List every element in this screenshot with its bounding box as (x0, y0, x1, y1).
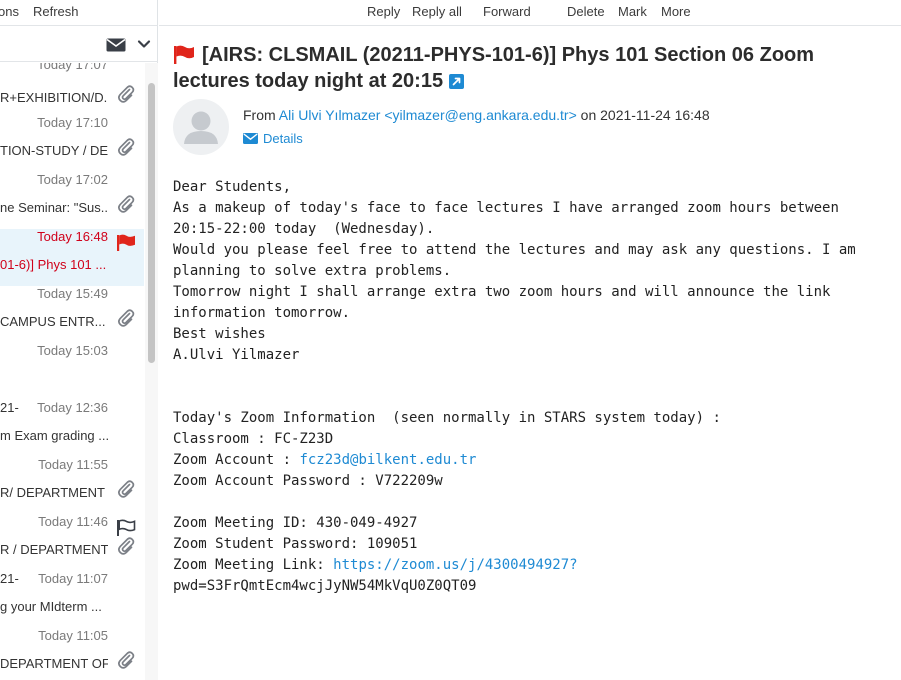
body-line: information tomorrow. (173, 305, 351, 321)
message-subject-prefix: 21- (0, 571, 19, 586)
message-list-item[interactable]: Today 11:55 R/ DEPARTMENT ... (0, 457, 144, 514)
message-subject: 01-6)] Phys 101 ... (0, 257, 107, 272)
list-header (0, 26, 158, 62)
message-list-item[interactable]: Today 16:48 01-6)] Phys 101 ... (0, 229, 144, 286)
paperclip-icon (117, 479, 135, 499)
on-label: on (580, 107, 597, 123)
body-line: Zoom Meeting ID: 430-049-4927 (173, 515, 418, 531)
mark-button[interactable]: Mark (618, 4, 647, 19)
forward-button[interactable]: Forward (483, 4, 531, 19)
message-date: Today 15:49 (37, 286, 108, 301)
flag-filled-icon[interactable] (116, 234, 136, 252)
delete-button[interactable]: Delete (567, 4, 605, 19)
from-label: From (243, 107, 276, 123)
body-line: As a makeup of today's face to face lect… (173, 200, 839, 216)
options-button[interactable]: ons (0, 4, 19, 19)
zoom-account-label: Zoom Account : (173, 452, 300, 468)
message-date: Today 11:46 (38, 514, 108, 529)
message-date: Today 17:02 (37, 172, 108, 187)
message-list-pane: ons Refresh Today 17:07 R+EXHIBITION/D...… (0, 0, 158, 680)
message-subject: g your MIdterm ... (0, 599, 102, 614)
message-list-item[interactable]: Today 17:02 ne Seminar: "Sus... (0, 172, 144, 229)
message-date: Today 11:55 (38, 457, 108, 472)
message-body: Dear Students, As a makeup of today's fa… (173, 177, 883, 597)
details-toggle[interactable]: Details (243, 131, 303, 146)
user-avatar-icon (173, 99, 229, 155)
sender-link[interactable]: Ali Ulvi Yılmazer <yilmazer@eng.ankara.e… (279, 107, 577, 123)
body-line: Today's Zoom Information (seen normally … (173, 410, 721, 426)
message-list-item[interactable]: Today 15:49 CAMPUS ENTR... (0, 286, 144, 343)
sender-line: From Ali Ulvi Yılmazer <yilmazer@eng.ank… (243, 107, 710, 123)
message-date: Today 17:07 (37, 63, 108, 72)
chevron-down-icon[interactable] (137, 37, 151, 51)
envelope-icon (243, 133, 258, 144)
message-date: 2021-11-24 16:48 (600, 107, 710, 123)
envelope-icon[interactable] (106, 38, 126, 52)
body-line: Dear Students, (173, 179, 292, 195)
message-date: Today 17:10 (37, 115, 108, 130)
paperclip-icon (117, 308, 135, 328)
message-list-item[interactable]: Today 11:46 R / DEPARTMENT... (0, 514, 144, 571)
paperclip-icon (117, 536, 135, 556)
reply-button[interactable]: Reply (367, 4, 400, 19)
message-subject: TION-STUDY / DE... (0, 143, 108, 158)
subject-text: [AIRS: CLSMAIL (20211-PHYS-101-6)] Phys … (173, 44, 815, 92)
details-label: Details (263, 131, 303, 146)
message-subject: DEPARTMENT OF... (0, 656, 108, 671)
more-button[interactable]: More (661, 4, 691, 19)
message-subject: ne Seminar: "Sus... (0, 200, 108, 215)
message-list: Today 17:07 R+EXHIBITION/D... Today 17:10 T… (0, 63, 144, 680)
zoom-link-label: Zoom Meeting Link: (173, 557, 334, 573)
message-date: Today 11:07 (38, 571, 108, 586)
message-date: Today 15:03 (37, 343, 108, 358)
body-line: Zoom Student Password: 109051 (173, 536, 418, 552)
message-date: Today 12:36 (37, 400, 108, 415)
message-list-item[interactable]: Today 12:36 21- m Exam grading ... (0, 400, 144, 457)
flag-outline-icon[interactable] (116, 519, 136, 537)
reading-pane: Reply Reply all Forward Delete Mark More… (159, 0, 901, 680)
message-date: Today 11:05 (38, 628, 108, 643)
message-list-item[interactable]: Today 17:10 TION-STUDY / DE... (0, 115, 144, 172)
paperclip-icon (117, 137, 135, 157)
message-list-item[interactable]: Today 11:07 21- g your MIdterm ... (0, 571, 144, 628)
message-subject: R+EXHIBITION/D... (0, 90, 108, 105)
scrollbar-thumb[interactable] (148, 83, 155, 363)
message-list-item[interactable]: Today 11:05 DEPARTMENT OF... (0, 628, 144, 680)
paperclip-icon (117, 84, 135, 104)
message-subject: m Exam grading ... (0, 428, 108, 443)
reply-all-button[interactable]: Reply all (412, 4, 462, 19)
zoom-account-email-link[interactable]: fcz23d@bilkent.edu.tr (299, 452, 476, 468)
message-subject-prefix: 21- (0, 400, 19, 415)
list-scrollbar[interactable] (145, 63, 158, 680)
body-line: Classroom : FC-Z23D (173, 431, 334, 447)
list-toolbar: ons Refresh (0, 0, 158, 26)
zoom-meeting-link[interactable]: https://zoom.us/j/4300494927? (333, 557, 577, 573)
message-subject: R/ DEPARTMENT ... (0, 485, 108, 500)
paperclip-icon (117, 194, 135, 214)
body-line: planning to solve extra problems. (173, 263, 452, 279)
body-line: Zoom Meeting Link: https://zoom.us/j/430… (173, 555, 883, 576)
refresh-button[interactable]: Refresh (33, 4, 79, 19)
message-toolbar: Reply Reply all Forward Delete Mark More (159, 0, 901, 26)
message-subject: R / DEPARTMENT... (0, 542, 108, 557)
message-date: Today 16:48 (37, 229, 108, 244)
message-list-item[interactable]: Today 15:03 (0, 343, 144, 400)
body-line: pwd=S3FrQmtEcm4wcjJyNW54MkVqU0Z0QT09 (173, 578, 477, 594)
body-line: Tomorrow night I shall arrange extra two… (173, 284, 831, 300)
paperclip-icon (117, 650, 135, 670)
body-line: Best wishes (173, 326, 266, 342)
message-subject: CAMPUS ENTR... (0, 314, 106, 329)
body-line: Zoom Account : fcz23d@bilkent.edu.tr (173, 450, 883, 471)
body-line: Zoom Account Password : V722209w (173, 473, 443, 489)
external-link-icon[interactable] (449, 74, 465, 89)
body-line: 20:15-22:00 today (Wednesday). (173, 221, 435, 237)
body-line: Would you please feel free to attend the… (173, 242, 856, 258)
body-line: A.Ulvi Yilmazer (173, 347, 300, 363)
